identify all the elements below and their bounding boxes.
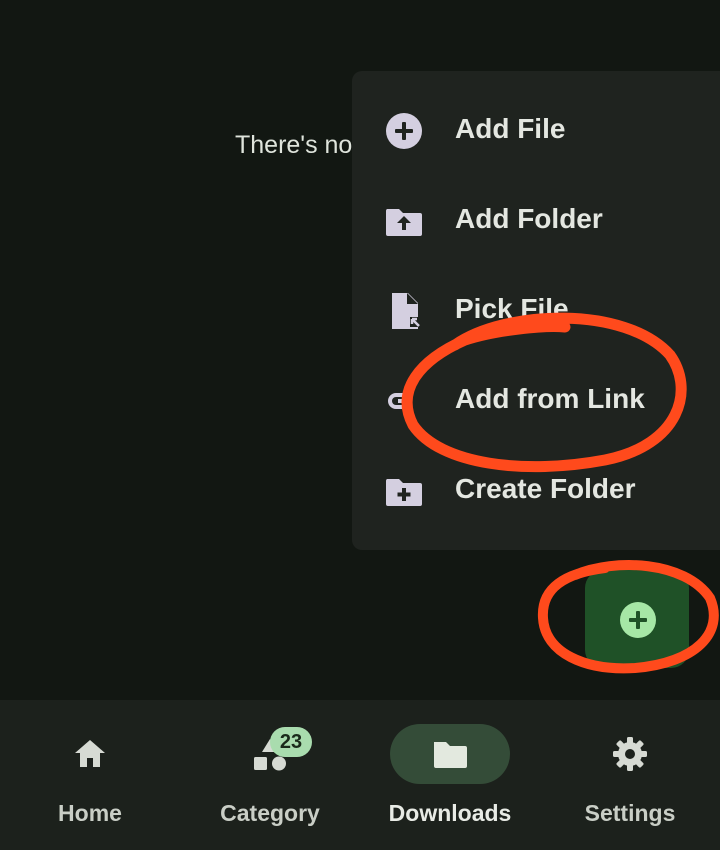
menu-item-label: Add Folder <box>455 203 603 234</box>
gear-icon <box>613 737 647 771</box>
folder-upload-icon <box>385 209 422 236</box>
menu-item-pick-file[interactable]: Pick File <box>352 266 720 356</box>
menu-item-add-from-link[interactable]: Add from Link <box>352 356 720 446</box>
add-circle-icon <box>386 113 422 149</box>
add-menu: Add File Add Folder Pick File Add from L… <box>352 71 720 550</box>
menu-item-label: Create Folder <box>455 473 636 504</box>
menu-item-label: Add File <box>455 113 566 144</box>
nav-label: Downloads <box>388 800 512 826</box>
menu-item-add-folder[interactable]: Add Folder <box>352 176 720 266</box>
bottom-navigation: Home 23 Category Downloads Settings <box>0 700 720 850</box>
nav-label: Home <box>58 800 122 826</box>
nav-label: Category <box>220 800 320 826</box>
nav-item-category[interactable]: 23 Category <box>180 700 360 850</box>
nav-item-downloads[interactable]: Downloads <box>360 700 540 850</box>
file-pick-icon <box>392 293 420 329</box>
folder-icon <box>434 742 467 768</box>
home-icon <box>75 740 105 767</box>
menu-item-add-file[interactable]: Add File <box>352 86 720 176</box>
add-circle-icon <box>620 602 656 638</box>
nav-item-home[interactable]: Home <box>0 700 180 850</box>
category-count-badge: 23 <box>270 727 312 757</box>
nav-label: Settings <box>584 800 676 826</box>
empty-state-message: There's no <box>235 131 353 159</box>
create-folder-icon <box>385 479 422 506</box>
menu-item-create-folder[interactable]: Create Folder <box>352 446 720 536</box>
menu-item-label: Add from Link <box>455 383 645 414</box>
add-fab-button[interactable] <box>585 570 689 668</box>
nav-item-settings[interactable]: Settings <box>540 700 720 850</box>
link-icon <box>388 393 410 409</box>
menu-item-label: Pick File <box>455 293 569 324</box>
